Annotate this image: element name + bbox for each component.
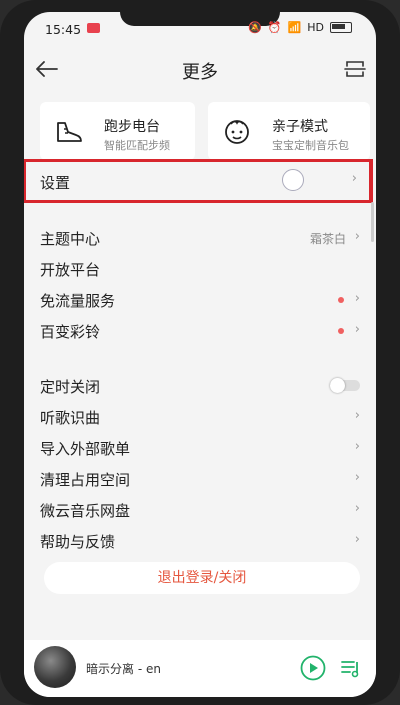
header: 更多 (24, 48, 376, 92)
list-item-theme-center[interactable]: 主题中心 霜茶白 › (24, 222, 376, 253)
highlight-frame (24, 159, 373, 203)
scrollbar[interactable] (371, 202, 374, 242)
running-shoe-icon (54, 116, 84, 146)
list-item-label: 听歌识曲 (40, 409, 101, 427)
status-bar: 15:45 🔕 ⏰ 📶 HD (24, 12, 376, 42)
settings-label: 设置 (40, 174, 71, 192)
list-item-label: 清理占用空间 (40, 471, 131, 489)
list-item-label: 帮助与反馈 (40, 533, 116, 551)
list-item-label: 免流量服务 (40, 292, 116, 310)
settings-row[interactable]: 设置 › (24, 159, 373, 203)
playlist-icon[interactable] (340, 657, 362, 679)
network-label: HD (307, 21, 324, 34)
list-item-ringtone[interactable]: 百变彩铃 › (24, 315, 376, 346)
red-dot-badge (338, 328, 344, 334)
list-item-import-playlist[interactable]: 导入外部歌单 › (24, 432, 376, 463)
mini-player[interactable]: 暗示分离 - en (24, 640, 376, 697)
status-time: 15:45 (45, 22, 82, 37)
chevron-right-icon: › (354, 532, 360, 547)
list-item-label: 微云音乐网盘 (40, 502, 131, 520)
page-title: 更多 (182, 62, 218, 83)
card-title: 跑步电台 (104, 119, 160, 135)
kids-mode-card[interactable]: 亲子模式 宝宝定制音乐包 (208, 102, 370, 160)
list-item-open-platform[interactable]: 开放平台 (24, 253, 376, 284)
theme-value: 霜茶白 (309, 232, 346, 246)
alarm-icon: ⏰ (267, 21, 282, 34)
chevron-right-icon: › (354, 501, 360, 516)
list-item-song-recognition[interactable]: 听歌识曲 › (24, 401, 376, 432)
play-icon[interactable] (300, 655, 326, 681)
loading-circle-icon (282, 169, 304, 191)
chevron-right-icon: › (354, 470, 360, 485)
chevron-right-icon: › (354, 322, 360, 337)
list-item-clear-storage[interactable]: 清理占用空间 › (24, 463, 376, 494)
list-item-sleep-timer[interactable]: 定时关闭 (24, 370, 376, 401)
wifi-icon: 📶 (287, 21, 302, 34)
chevron-right-icon: › (354, 408, 360, 423)
card-title: 亲子模式 (272, 119, 328, 135)
status-icons: 🔕 ⏰ 📶 HD (248, 21, 352, 34)
notification-badge-icon (87, 23, 100, 33)
logout-button[interactable]: 退出登录/关闭 (44, 562, 360, 594)
feature-cards: 跑步电台 智能匹配步频 亲子模式 宝宝定制音乐包 (40, 102, 370, 162)
scan-button[interactable] (342, 56, 368, 82)
list-item-cloud-drive[interactable]: 微云音乐网盘 › (24, 494, 376, 525)
now-playing-title: 暗示分离 - en (86, 662, 161, 676)
battery-icon (330, 22, 352, 33)
screen: 15:45 🔕 ⏰ 📶 HD 更多 跑步电台 智能匹配步频 亲子模式 宝宝定制音… (24, 12, 376, 697)
list-item-label: 导入外部歌单 (40, 440, 131, 458)
scan-icon (344, 61, 366, 77)
card-subtitle: 宝宝定制音乐包 (272, 139, 349, 152)
chevron-right-icon: › (354, 229, 360, 244)
chevron-right-icon: › (351, 171, 357, 186)
album-cover[interactable] (34, 646, 76, 688)
baby-face-icon (222, 116, 252, 146)
list-item-label: 主题中心 (40, 230, 101, 248)
list-item-help-feedback[interactable]: 帮助与反馈 › (24, 525, 376, 556)
list-item-label: 开放平台 (40, 261, 101, 279)
chevron-right-icon: › (354, 439, 360, 454)
running-radio-card[interactable]: 跑步电台 智能匹配步频 (40, 102, 195, 160)
list-item-label: 百变彩铃 (40, 323, 101, 341)
mute-icon: 🔕 (248, 21, 262, 34)
list-item-label: 定时关闭 (40, 378, 101, 396)
red-dot-badge (338, 297, 344, 303)
sleep-timer-toggle[interactable] (330, 378, 360, 393)
card-subtitle: 智能匹配步频 (104, 139, 170, 152)
chevron-right-icon: › (354, 291, 360, 306)
list-item-free-data[interactable]: 免流量服务 › (24, 284, 376, 315)
